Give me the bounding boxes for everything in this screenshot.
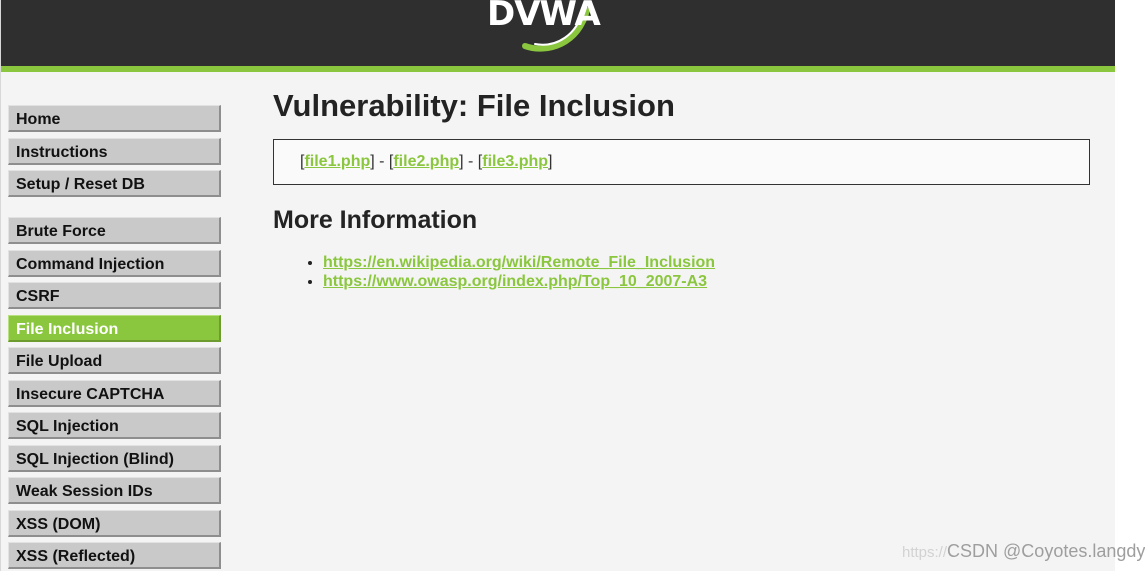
sidebar-item-setup-reset-db[interactable]: Setup / Reset DB — [8, 170, 221, 197]
sidebar-item-sql-injection-blind[interactable]: SQL Injection (Blind) — [8, 444, 221, 472]
sidebar-item-brute-force[interactable]: Brute Force — [8, 217, 221, 244]
file3-link[interactable]: file3.php — [482, 153, 548, 170]
main-content: Vulnerability: File Inclusion [file1.php… — [273, 86, 1091, 291]
logo-text: DVWA — [487, 0, 601, 34]
header-bar: DVWA — [1, 0, 1115, 72]
dvwa-logo: DVWA — [487, 0, 601, 56]
owasp-top10-link[interactable]: https://www.owasp.org/index.php/Top_10_2… — [323, 273, 707, 290]
sidebar-item-xss-reflected[interactable]: XSS (Reflected) — [8, 542, 221, 569]
menu-group-vulnerabilities: Brute Force Command Injection CSRF File … — [8, 217, 222, 569]
watermark-text: CSDN @Coyotes.langdy — [947, 541, 1145, 561]
page-title: Vulnerability: File Inclusion — [273, 88, 675, 123]
more-information-heading: More Information — [273, 206, 478, 234]
sidebar-item-command-injection[interactable]: Command Injection — [8, 249, 221, 277]
menu-group-general: Home Instructions Setup / Reset DB — [8, 105, 222, 197]
file2-link[interactable]: file2.php — [393, 153, 459, 170]
sidebar-item-xss-dom[interactable]: XSS (DOM) — [8, 509, 221, 537]
list-item: https://www.owasp.org/index.php/Top_10_2… — [323, 272, 1091, 291]
file1-link[interactable]: file1.php — [304, 153, 370, 170]
sidebar-item-file-inclusion[interactable]: File Inclusion — [8, 314, 221, 342]
sidebar-item-sql-injection[interactable]: SQL Injection — [8, 412, 221, 439]
watermark-faint-url: https:// — [902, 544, 948, 561]
sidebar-item-file-upload[interactable]: File Upload — [8, 347, 221, 374]
sidebar-item-csrf[interactable]: CSRF — [8, 282, 221, 309]
sidebar-menu: Home Instructions Setup / Reset DB Brute… — [8, 105, 222, 571]
sidebar-item-instructions[interactable]: Instructions — [8, 137, 221, 165]
file-selector-box: [file1.php] - [file2.php] - [file3.php] — [273, 139, 1090, 185]
dvwa-page: DVWA Home Instructions Setup / Reset DB … — [0, 0, 1115, 571]
wikipedia-rfi-link[interactable]: https://en.wikipedia.org/wiki/Remote_Fil… — [323, 254, 715, 271]
csdn-watermark: https://CSDN @Coyotes.langdy — [902, 541, 1145, 562]
list-item: https://en.wikipedia.org/wiki/Remote_Fil… — [323, 253, 1091, 272]
more-information-list: https://en.wikipedia.org/wiki/Remote_Fil… — [273, 253, 1091, 291]
sidebar-item-insecure-captcha[interactable]: Insecure CAPTCHA — [8, 379, 221, 407]
sidebar-item-weak-session-ids[interactable]: Weak Session IDs — [8, 477, 221, 504]
sidebar-item-home[interactable]: Home — [8, 105, 221, 132]
